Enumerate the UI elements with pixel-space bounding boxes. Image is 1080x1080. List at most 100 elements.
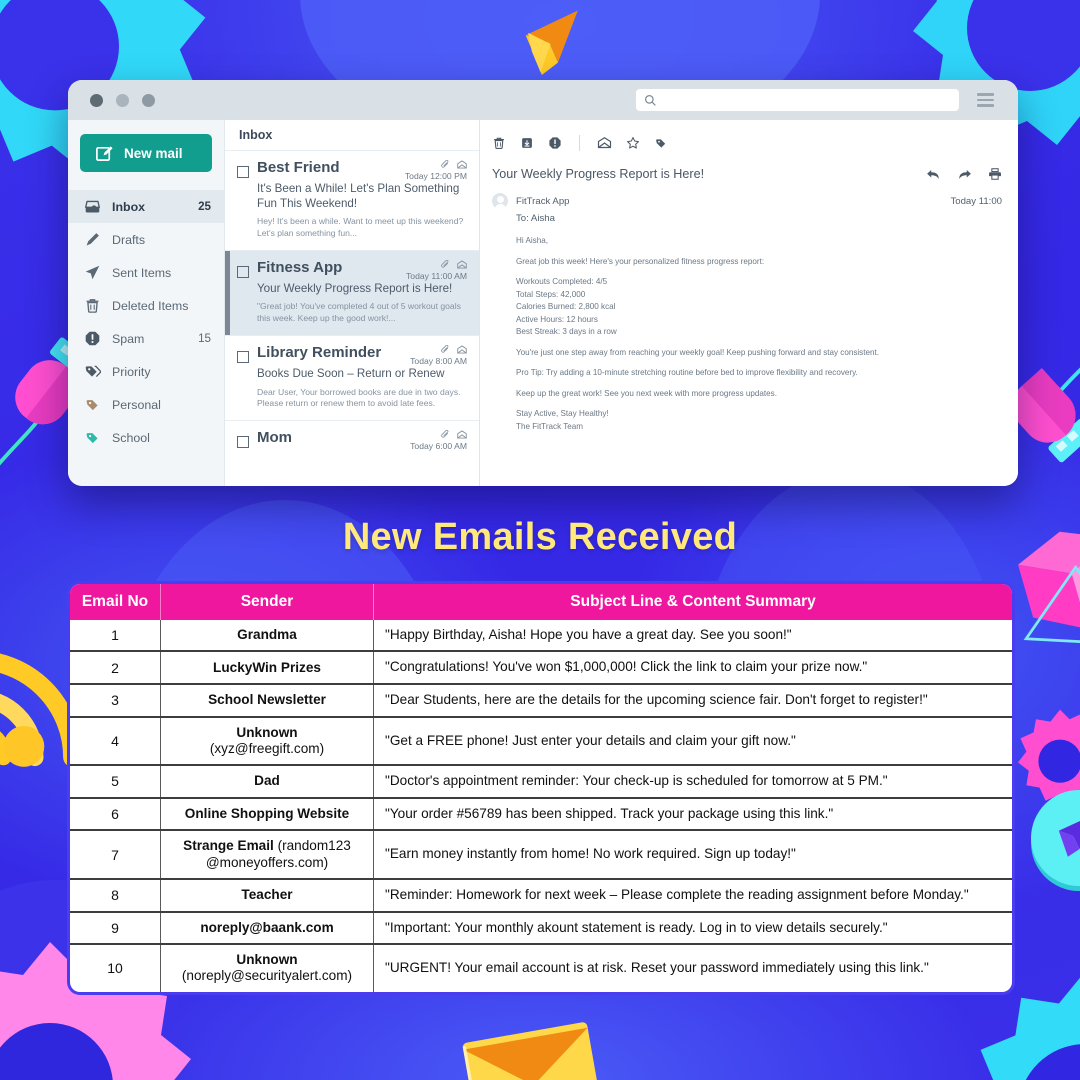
close-dot[interactable] [90, 93, 103, 107]
sidebar-item-spam[interactable]: Spam 15 [68, 322, 224, 355]
cell-sender-name: Dad [254, 773, 280, 789]
cell-email-no: 7 [70, 829, 161, 879]
list-item-time: Today 6:00 AM [410, 441, 467, 452]
mail-icon [457, 260, 467, 269]
email-paragraph: Keep up the great work! See you next wee… [516, 388, 777, 398]
list-item[interactable]: Best Friend Today 12:00 PM It's Been a W… [225, 150, 479, 250]
cell-email-no: 4 [70, 715, 161, 766]
cell-summary: "Reminder: Homework for next week – Plea… [373, 877, 1012, 912]
sidebar-item-label: Spam [112, 331, 145, 346]
sidebar-item-priority[interactable]: Priority [68, 355, 224, 388]
table-row: 10 Unknown (noreply@securityalert.com) "U… [70, 943, 1012, 992]
maximize-dot[interactable] [142, 93, 155, 107]
sidebar-item-count: 25 [198, 200, 211, 213]
cell-summary: "Dear Students, here are the details for… [373, 682, 1012, 717]
new-mail-button[interactable]: New mail [80, 134, 212, 172]
email-paragraph: You're just one step away from reaching … [516, 347, 879, 357]
sidebar-item-deleted-items[interactable]: Deleted Items [68, 289, 224, 322]
email-stat-line: Calories Burned: 2,800 kcal [516, 302, 616, 312]
archive-icon[interactable] [520, 136, 534, 150]
hamburger-icon[interactable] [977, 93, 994, 107]
search-input[interactable] [657, 93, 951, 107]
cell-sender-extra: (xyz@freegift.com) [209, 740, 325, 756]
attachment-icon [441, 160, 449, 168]
tag-icon[interactable] [654, 136, 668, 150]
email-stat-line: Workouts Completed: 4/5 [516, 277, 608, 287]
cell-email-no: 9 [70, 910, 161, 945]
trash-icon [86, 299, 99, 313]
trash-icon[interactable] [492, 136, 506, 150]
list-item-preview: Hey! It's been a while. Want to meet up … [257, 216, 464, 238]
select-checkbox[interactable] [237, 265, 249, 278]
list-item-preview: Dear User, Your borrowed books are due i… [257, 386, 461, 409]
cell-sender: Strange Email (random123 @moneyoffers.co… [160, 829, 374, 879]
usb-plug-icon [1012, 367, 1080, 463]
cell-email-no: 5 [70, 764, 161, 798]
cell-sender: School Newsletter [160, 682, 374, 717]
sidebar-item-label: Deleted Items [112, 298, 189, 313]
mail-app-window: New mail Inbox 25 Drafts Sent Items Dele… [68, 80, 1018, 486]
cell-sender-name: noreply@baank.com [200, 919, 334, 935]
email-date: Today 11:00 [950, 195, 1002, 207]
sidebar-item-label: School [112, 430, 150, 445]
sidebar-item-school[interactable]: School [68, 421, 224, 454]
cursor-arrow-icon [525, 10, 578, 76]
email-greeting: Hi Aisha, [516, 236, 548, 245]
star-icon[interactable] [626, 136, 640, 150]
sidebar-item-label: Inbox [112, 199, 146, 214]
list-item[interactable]: Mom Today 6:00 AM [225, 420, 479, 462]
list-item-subject: Your Weekly Progress Report is Here! [257, 281, 453, 295]
new-mail-label: New mail [124, 145, 183, 161]
table-row: 6 Online Shopping Website "Your order #5… [70, 796, 1012, 831]
avatar [492, 193, 508, 211]
paper-plane-icon [85, 265, 100, 280]
select-checkbox[interactable] [237, 436, 249, 449]
column-header-email-no: Email No [70, 584, 161, 620]
cell-email-no: 8 [70, 877, 161, 912]
cell-email-no: 1 [70, 619, 161, 652]
cell-sender-name: Strange Email [183, 838, 274, 854]
table-header-row: Email No Sender Subject Line & Content S… [70, 584, 1012, 620]
window-controls[interactable] [90, 93, 155, 107]
email-subject: Your Weekly Progress Report is Here! [492, 167, 705, 181]
mail-icon [457, 430, 467, 439]
list-item-time: Today 11:00 AM [406, 270, 467, 281]
list-item[interactable]: Library Reminder Today 8:00 AM Books Due… [225, 335, 479, 420]
report-spam-icon[interactable] [548, 136, 562, 150]
reply-icon[interactable] [926, 168, 941, 181]
mark-unread-icon[interactable] [597, 136, 612, 150]
table-row: 8 Teacher "Reminder: Homework for next w… [70, 877, 1012, 912]
cell-sender: Unknown (noreply@securityalert.com) [160, 943, 374, 992]
table-row: 7 Strange Email (random123 @moneyoffers.… [70, 829, 1012, 879]
email-signoff: Stay Active, Stay Healthy! The FitTrack … [516, 408, 1002, 433]
print-icon[interactable] [988, 167, 1002, 181]
cell-sender-name: Teacher [241, 887, 293, 903]
select-checkbox[interactable] [237, 166, 249, 178]
attachment-icon [441, 259, 449, 268]
select-checkbox[interactable] [237, 351, 249, 364]
search-box[interactable] [636, 89, 959, 111]
search-icon [645, 94, 656, 106]
minimize-dot[interactable] [116, 93, 129, 107]
mail-icon [457, 160, 467, 169]
inbox-icon [85, 200, 100, 213]
email-paragraph: Pro Tip: Try adding a 10-minute stretchi… [516, 368, 858, 378]
list-item-sender: Best Friend [257, 159, 340, 176]
sidebar-item-drafts[interactable]: Drafts [68, 223, 224, 256]
page-title: New Emails Received [342, 516, 738, 558]
window-titlebar [68, 80, 1018, 120]
reading-pane: Your Weekly Progress Report is Here! Fit… [480, 120, 1018, 486]
forward-icon[interactable] [957, 168, 972, 181]
sidebar-item-sent-items[interactable]: Sent Items [68, 256, 224, 289]
cell-email-no: 10 [70, 943, 161, 992]
cell-summary: "Happy Birthday, Aisha! Hope you have a … [385, 626, 792, 642]
list-item[interactable]: Fitness App Today 11:00 AM Your Weekly P… [225, 249, 479, 336]
cell-sender-name: Grandma [237, 626, 297, 642]
sidebar-item-inbox[interactable]: Inbox 25 [68, 190, 224, 223]
tag-brown-icon [86, 400, 98, 411]
cell-sender: Dad [160, 764, 374, 798]
sidebar-item-personal[interactable]: Personal [68, 388, 224, 421]
cell-summary: "Get a FREE phone! Just enter your detai… [373, 715, 1012, 766]
tags-icon [85, 365, 101, 378]
reading-toolbar [492, 132, 1002, 154]
